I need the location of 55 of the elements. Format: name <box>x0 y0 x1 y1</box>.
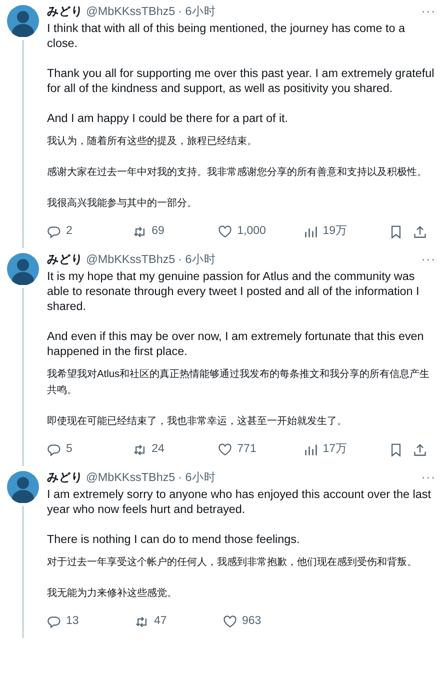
reply-button[interactable]: 5 <box>47 441 133 459</box>
share-icon <box>412 443 427 457</box>
timestamp[interactable]: · 6小时 <box>178 251 216 269</box>
like-button[interactable]: 963 <box>223 613 311 631</box>
reply-button[interactable]: 2 <box>47 223 133 241</box>
views-button[interactable]: 17万 <box>304 441 390 459</box>
like-button[interactable]: 771 <box>218 441 304 459</box>
bar-chart-icon <box>304 443 318 457</box>
tweet-paragraph: I am extremely sorry to anyone who has enjoyed this account over the last year who now feels hurt and betrayed. <box>47 487 432 517</box>
tweet-paragraph: And I am happy I could be there for a part of it. <box>47 111 290 126</box>
translated-paragraph: 即使现在可能已经结束了，我也非常幸运，这甚至一开始就发生了。 <box>47 414 348 429</box>
retweet-icon <box>132 443 147 457</box>
reply-icon <box>47 225 61 239</box>
reply-button[interactable]: 13 <box>47 613 135 631</box>
tweet-paragraph: Thank you all for supporting me over this past year. I am extremely grateful for all of the kindness and support, as well as positivity you shared. <box>47 66 436 96</box>
user-handle[interactable]: @MbKKssTBhz5 <box>86 251 176 269</box>
views-button[interactable]: 19万 <box>304 223 390 241</box>
tweet-paragraph: There is nothing I can do to mend those feelings. <box>47 532 301 547</box>
more-button[interactable]: ··· <box>421 469 436 487</box>
avatar[interactable] <box>7 253 39 285</box>
bookmark-icon <box>389 225 404 239</box>
more-button[interactable]: ··· <box>421 251 436 269</box>
tweet-paragraph: And even if this may be over now, I am extremely fortunate that this even happened in the first place. <box>47 329 425 359</box>
like-button[interactable]: 1,000 <box>218 223 304 241</box>
retweet-icon <box>132 225 147 239</box>
translated-paragraph: 我希望我对Atlus和社区的真正热情能够通过我发布的每条推文和我分享的所有信息产生共鸣。 <box>47 368 431 398</box>
user-name[interactable]: みどり <box>47 469 83 487</box>
heart-icon <box>218 443 232 457</box>
more-button[interactable]: ··· <box>421 3 436 21</box>
retweet-button[interactable]: 47 <box>135 613 223 631</box>
tweet-paragraph: I think that with all of this being mentioned, the journey has come to a close. <box>47 21 406 51</box>
retweet-button[interactable]: 69 <box>132 223 218 241</box>
heart-icon <box>223 615 237 629</box>
user-handle[interactable]: @MbKKssTBhz5 <box>86 3 176 21</box>
tweet-paragraph: It is my hope that my genuine passion for Atlus and the community was able to resonate through every tweet I posted and all of the information I shared. <box>47 269 420 314</box>
reply-icon <box>47 443 61 457</box>
user-name[interactable]: みどり <box>47 251 83 269</box>
avatar[interactable] <box>7 471 39 503</box>
translated-paragraph: 感谢大家在过去一年中对我的支持。我非常感谢您分享的所有善意和支持以及积极性。 <box>47 166 428 180</box>
user-name[interactable]: みどり <box>47 3 83 21</box>
share-icon <box>412 225 427 239</box>
bar-chart-icon <box>304 225 318 239</box>
retweet-icon <box>135 615 149 629</box>
heart-icon <box>218 225 232 239</box>
avatar[interactable] <box>7 5 39 37</box>
translated-paragraph: 我很高兴我能参与其中的一部分。 <box>47 196 198 211</box>
retweet-button[interactable]: 24 <box>132 441 218 459</box>
user-handle[interactable]: @MbKKssTBhz5 <box>86 469 176 487</box>
translated-paragraph: 对于过去一年享受这个帐户的任何人，我感到非常抱歉，他们现在感到受伤和背叛。 <box>47 556 418 570</box>
translated-paragraph: 我认为，随着所有这些的提及，旅程已经结束。 <box>47 134 258 149</box>
bookmark-icon <box>389 443 404 457</box>
timestamp[interactable]: · 6小时 <box>178 469 216 487</box>
translated-paragraph: 我无能为力来修补这些感觉。 <box>47 586 178 601</box>
reply-icon <box>47 615 61 629</box>
timestamp[interactable]: · 6小时 <box>178 3 216 21</box>
